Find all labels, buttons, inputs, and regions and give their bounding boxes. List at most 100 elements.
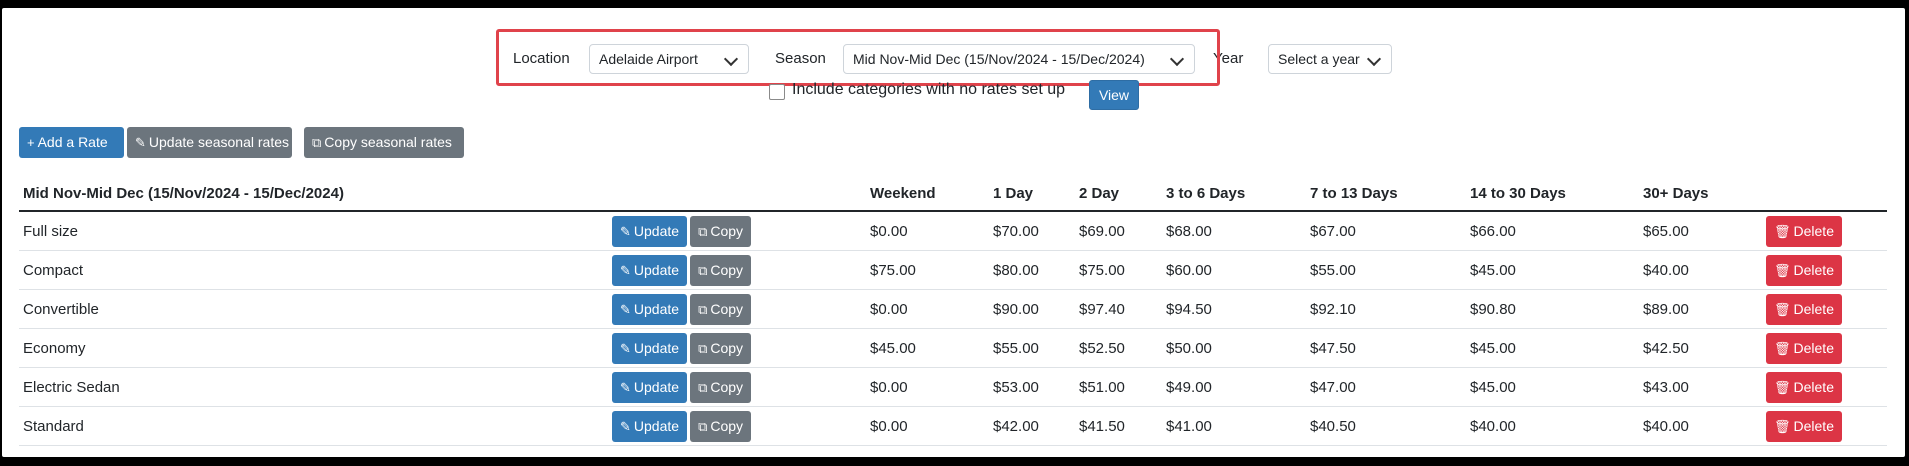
delete-label: Delete bbox=[1793, 261, 1834, 278]
copy-label: Copy bbox=[710, 222, 744, 239]
row-actions: ✎ Update ⧉ Copy bbox=[608, 328, 866, 368]
rate-cell: $45.00 bbox=[1466, 367, 1639, 407]
copy-button[interactable]: ⧉ Copy bbox=[690, 215, 752, 247]
delete-button[interactable]: 🗑 Delete bbox=[1766, 215, 1842, 247]
copy-icon: ⧉ bbox=[312, 135, 322, 150]
row-actions: ✎ Update ⧉ Copy bbox=[608, 211, 866, 251]
copy-icon: ⧉ bbox=[698, 379, 708, 395]
rate-cell: $94.50 bbox=[1162, 289, 1306, 329]
rate-cell: $80.00 bbox=[989, 250, 1075, 290]
rate-cell: $55.00 bbox=[1306, 250, 1466, 290]
include-label: Include categories with no rates set up bbox=[792, 81, 1066, 98]
page: Location Adelaide Airport Season Mid Nov… bbox=[2, 8, 1905, 457]
edit-icon: ✎ bbox=[620, 340, 631, 356]
category-name: Compact bbox=[19, 250, 608, 290]
update-label: Update bbox=[633, 222, 680, 239]
rate-cell: $90.80 bbox=[1466, 289, 1639, 329]
rate-cell: $50.00 bbox=[1162, 328, 1306, 368]
copy-button[interactable]: ⧉ Copy bbox=[690, 371, 752, 403]
rate-cell: $40.00 bbox=[1466, 406, 1639, 446]
edit-icon: ✎ bbox=[135, 135, 146, 150]
rate-cell: $42.00 bbox=[989, 406, 1075, 446]
update-seasonal-rates-button[interactable]: ✎ Update seasonal rates bbox=[127, 127, 292, 158]
delete-button[interactable]: 🗑 Delete bbox=[1766, 332, 1842, 364]
edit-icon: ✎ bbox=[620, 301, 631, 317]
category-name: Convertible bbox=[19, 289, 608, 329]
copy-label: Copy bbox=[710, 417, 744, 434]
rate-cell: $40.00 bbox=[1639, 250, 1762, 290]
rate-cell: $68.00 bbox=[1162, 211, 1306, 251]
delete-button[interactable]: 🗑 Delete bbox=[1766, 371, 1842, 403]
update-button[interactable]: ✎ Update bbox=[612, 215, 688, 247]
rate-cell: $60.00 bbox=[1162, 250, 1306, 290]
delete-button[interactable]: 🗑 Delete bbox=[1766, 410, 1842, 442]
edit-icon: ✎ bbox=[620, 418, 631, 434]
column-header: 30+ Days bbox=[1639, 176, 1762, 212]
column-header: 3 to 6 Days bbox=[1162, 176, 1306, 212]
copy-icon: ⧉ bbox=[698, 418, 708, 434]
table-row: Convertible ✎ Update ⧉ Copy $0.00 $90.00 $97.… bbox=[19, 289, 1887, 329]
year-value: Select a year bbox=[1278, 51, 1360, 67]
copy-button[interactable]: ⧉ Copy bbox=[690, 410, 752, 442]
delete-cell: 🗑 Delete bbox=[1762, 211, 1887, 251]
update-button[interactable]: ✎ Update bbox=[612, 410, 688, 442]
delete-button[interactable]: 🗑 Delete bbox=[1766, 254, 1842, 286]
copy-button[interactable]: ⧉ Copy bbox=[690, 254, 752, 286]
copy-button[interactable]: ⧉ Copy bbox=[690, 332, 752, 364]
copy-label: Copy bbox=[710, 378, 744, 395]
update-label: Update bbox=[633, 261, 680, 278]
update-button[interactable]: ✎ Update bbox=[612, 332, 688, 364]
delete-label: Delete bbox=[1793, 378, 1834, 395]
update-label: Update bbox=[633, 339, 680, 356]
year-select[interactable]: Select a year bbox=[1268, 44, 1392, 74]
rate-cell: $45.00 bbox=[866, 328, 989, 368]
update-seasonal-label: Update seasonal rates bbox=[148, 134, 289, 150]
update-button[interactable]: ✎ Update bbox=[612, 293, 688, 325]
column-header: 1 Day bbox=[989, 176, 1075, 212]
rate-cell: $0.00 bbox=[866, 406, 989, 446]
column-header: 14 to 30 Days bbox=[1466, 176, 1639, 212]
copy-icon: ⧉ bbox=[698, 301, 708, 317]
copy-icon: ⧉ bbox=[698, 340, 708, 356]
view-button[interactable]: View bbox=[1089, 80, 1139, 110]
rate-cell: $69.00 bbox=[1075, 211, 1162, 251]
copy-label: Copy bbox=[710, 300, 744, 317]
column-header: 7 to 13 Days bbox=[1306, 176, 1466, 212]
rate-cell: $67.00 bbox=[1306, 211, 1466, 251]
rate-cell: $0.00 bbox=[866, 289, 989, 329]
rate-cell: $41.50 bbox=[1075, 406, 1162, 446]
rate-cell: $40.50 bbox=[1306, 406, 1466, 446]
column-header: Mid Nov-Mid Dec (15/Nov/2024 - 15/Dec/20… bbox=[19, 176, 608, 212]
plus-icon: + bbox=[27, 135, 35, 150]
add-rate-button[interactable]: + Add a Rate bbox=[19, 127, 124, 158]
update-button[interactable]: ✎ Update bbox=[612, 254, 688, 286]
rate-cell: $47.00 bbox=[1306, 367, 1466, 407]
rate-cell: $0.00 bbox=[866, 367, 989, 407]
category-name: Full size bbox=[19, 211, 608, 251]
row-actions: ✎ Update ⧉ Copy bbox=[608, 406, 866, 446]
rate-cell: $70.00 bbox=[989, 211, 1075, 251]
delete-cell: 🗑 Delete bbox=[1762, 406, 1887, 446]
update-label: Update bbox=[633, 417, 680, 434]
include-checkbox[interactable] bbox=[769, 84, 785, 100]
rate-cell: $92.10 bbox=[1306, 289, 1466, 329]
copy-label: Copy bbox=[710, 261, 744, 278]
update-label: Update bbox=[633, 300, 680, 317]
trash-icon: 🗑 bbox=[1774, 418, 1791, 434]
rate-cell: $52.50 bbox=[1075, 328, 1162, 368]
rate-cell: $53.00 bbox=[989, 367, 1075, 407]
copy-button[interactable]: ⧉ Copy bbox=[690, 293, 752, 325]
delete-label: Delete bbox=[1793, 339, 1834, 356]
rate-cell: $51.00 bbox=[1075, 367, 1162, 407]
table-row: Economy ✎ Update ⧉ Copy $45.00 $55.00 $52.50 $… bbox=[19, 328, 1887, 368]
update-label: Update bbox=[633, 378, 680, 395]
column-header bbox=[608, 176, 866, 212]
table-row: Compact ✎ Update ⧉ Copy $75.00 $80.00 $75.00 $… bbox=[19, 250, 1887, 290]
chevron-down-icon bbox=[1366, 51, 1382, 67]
copy-seasonal-rates-button[interactable]: ⧉ Copy seasonal rates bbox=[304, 127, 464, 158]
rate-cell: $42.50 bbox=[1639, 328, 1762, 368]
copy-icon: ⧉ bbox=[698, 262, 708, 278]
delete-button[interactable]: 🗑 Delete bbox=[1766, 293, 1842, 325]
rate-cell: $43.00 bbox=[1639, 367, 1762, 407]
update-button[interactable]: ✎ Update bbox=[612, 371, 688, 403]
